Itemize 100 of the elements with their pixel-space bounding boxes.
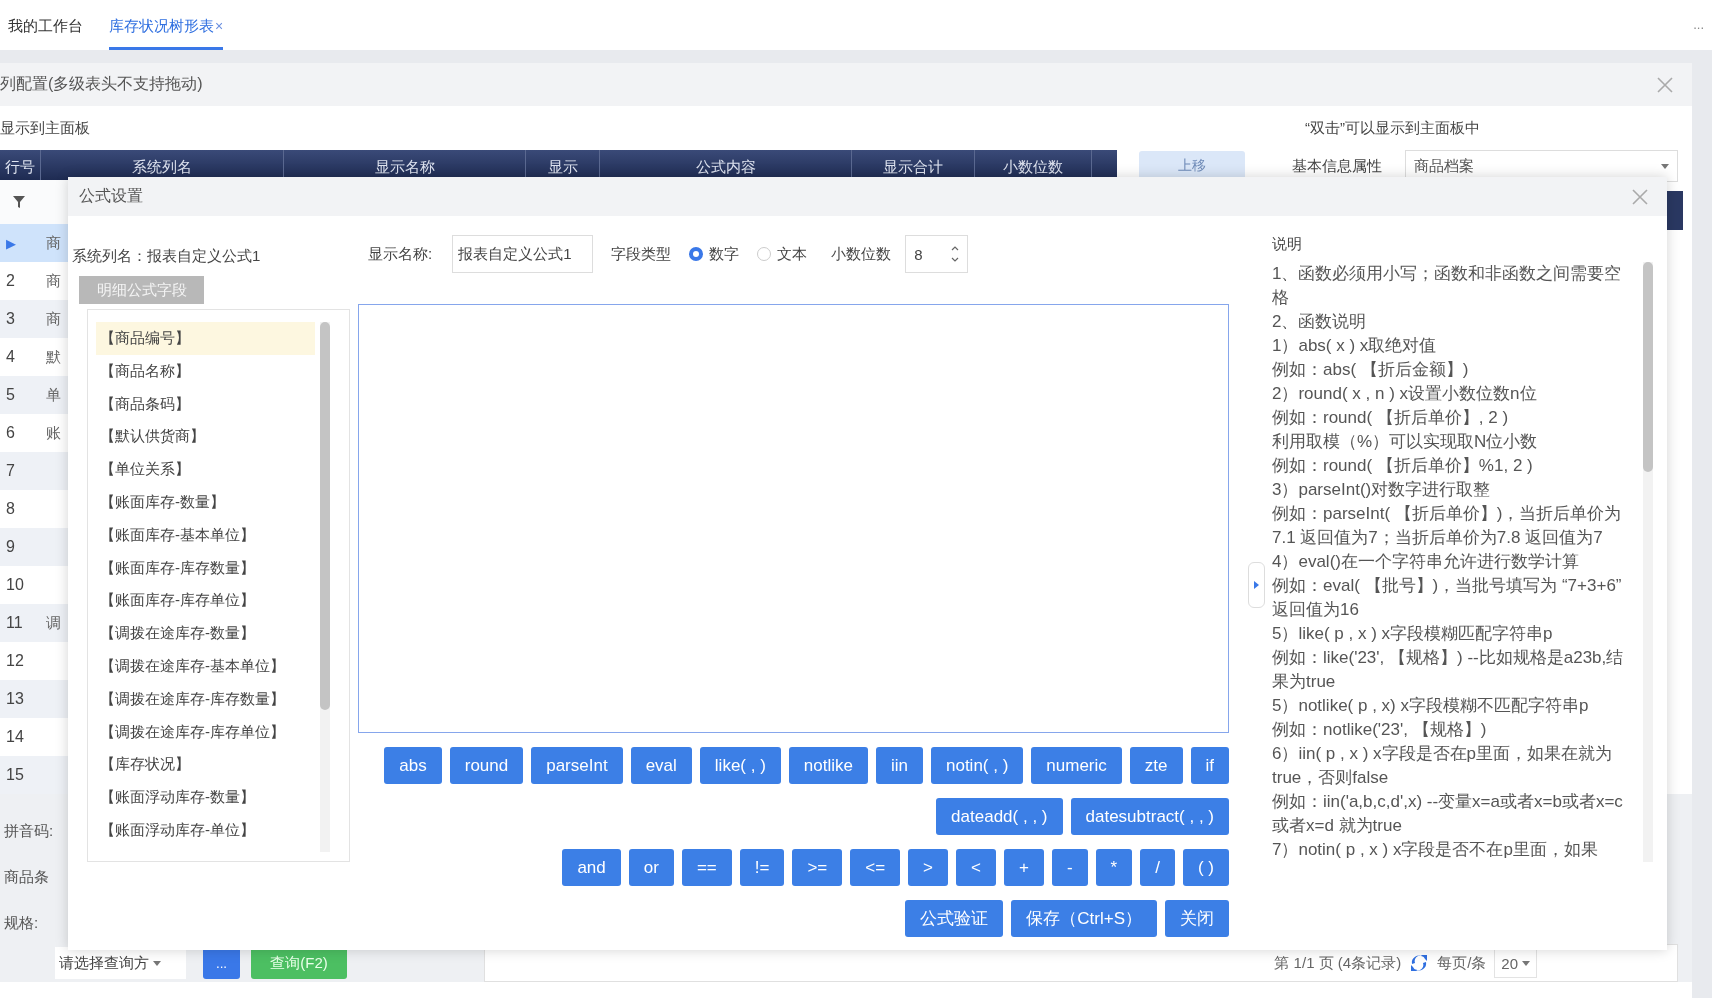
formula-button[interactable]: notin( , ): [931, 747, 1024, 784]
formula-button[interactable]: ( ): [1182, 849, 1229, 886]
note-text: 例如：notlike('23', 【规格】): [1272, 719, 1488, 741]
filter-icon[interactable]: [12, 195, 26, 209]
formula-button[interactable]: dateadd( , , ): [936, 798, 1063, 835]
note-text: 例如：like('23', 【规格】) --比如规格是a23b,结果为true: [1272, 647, 1625, 693]
list-item[interactable]: 【商品名称】: [96, 354, 315, 388]
table-cell-text: 调: [45, 613, 61, 633]
row-number: 9: [5, 538, 16, 556]
list-item[interactable]: 【账面库存-基本单位】: [96, 518, 315, 552]
list-item[interactable]: 【账面浮动库存-数量】: [96, 781, 315, 814]
dialog-title: 公式设置: [79, 186, 143, 206]
radio-button[interactable]: [689, 247, 704, 261]
formula-button[interactable]: !=: [739, 849, 785, 886]
formula-button[interactable]: <: [956, 849, 996, 886]
field-label: 显示名称:: [368, 244, 433, 264]
note-text: 1）abs( x ) x取绝对值: [1272, 335, 1438, 357]
row-number: 12: [5, 652, 25, 670]
formula-button[interactable]: *: [1095, 849, 1133, 886]
row-number: 8: [5, 500, 16, 518]
formula-button[interactable]: abs: [384, 747, 442, 784]
radio-label: 数字: [709, 244, 740, 264]
list-item[interactable]: 【账面库存-数量】: [96, 486, 315, 519]
radio-label: 文本: [777, 244, 808, 264]
formula-button[interactable]: if: [1190, 747, 1229, 784]
formula-button[interactable]: or: [628, 849, 674, 886]
formula-button[interactable]: and: [562, 849, 621, 886]
note-text: 5）notlike( p , x) x字段模糊不匹配字符串p: [1272, 695, 1590, 717]
table-cell-text: 单: [45, 385, 61, 405]
filter-label: 商品条: [3, 867, 49, 887]
list-item[interactable]: 【默认供货商】: [96, 420, 315, 454]
table-cell-text: 商: [45, 309, 61, 329]
row-number: 15: [5, 766, 25, 784]
more-menu[interactable]: ...: [1693, 20, 1704, 30]
caret-icon: [153, 960, 161, 966]
page-info: 第 1/1 页 (4条记录): [1274, 953, 1402, 973]
note-text: 2、函数说明: [1272, 311, 1368, 333]
list-item[interactable]: 【账面库存-库存数量】: [96, 551, 315, 585]
formula-button[interactable]: like( , ): [699, 747, 781, 784]
formula-button[interactable]: >: [908, 849, 949, 886]
note-text: 例如：round( 【折后单价】%1, 2 ): [1272, 455, 1534, 477]
list-item[interactable]: 【单位关系】: [96, 453, 315, 486]
note-text: 利用取模（%）可以实现取N位小数: [1272, 431, 1539, 453]
spinner-arrows-icon[interactable]: [951, 245, 960, 263]
formula-button[interactable]: ==: [681, 849, 732, 886]
formula-button[interactable]: <=: [850, 849, 901, 886]
refresh-icon[interactable]: [1409, 954, 1430, 972]
formula-button[interactable]: datesubtract( , , ): [1070, 798, 1229, 835]
list-item[interactable]: 【账面浮动库存-单位】: [96, 813, 315, 847]
list-item[interactable]: 【账面库存-库存单位】: [96, 584, 315, 618]
formula-field[interactable]: [358, 304, 1229, 733]
field-label: 字段类型: [611, 244, 672, 264]
formula-button[interactable]: iin: [875, 747, 923, 784]
display-name-field[interactable]: 报表自定义公式1: [452, 235, 594, 273]
row-number: 6: [5, 424, 16, 442]
collapse-handle[interactable]: [1248, 562, 1265, 608]
list-item[interactable]: 【调拨在途库存-数量】: [96, 617, 315, 650]
scrollbar-thumb[interactable]: [320, 322, 330, 710]
notes-title: 说明: [1272, 234, 1303, 254]
tab-close[interactable]: ×: [215, 18, 224, 34]
formula-button[interactable]: zte: [1129, 747, 1183, 784]
formula-button[interactable]: 公式验证: [905, 900, 1004, 937]
system-column-text: 系统列名：报表自定义公式1: [72, 246, 262, 266]
formula-button[interactable]: notlike: [788, 747, 868, 784]
row-number: 3: [5, 310, 16, 328]
field-label: 小数位数: [831, 244, 892, 264]
formula-button[interactable]: numeric: [1031, 747, 1122, 784]
tab[interactable]: 我的工作台: [8, 0, 83, 50]
note-text: 2）round( x , n ) x设置小数位数n位: [1272, 383, 1538, 405]
list-item[interactable]: 【库存状况】: [96, 748, 315, 782]
table-cell-text: 账: [45, 423, 61, 443]
caret-icon: [1661, 163, 1669, 169]
formula-button[interactable]: +: [1004, 849, 1044, 886]
close-icon[interactable]: [1656, 75, 1674, 94]
list-item[interactable]: 【调拨在途库存-库存数量】: [96, 682, 315, 716]
row-number: 4: [5, 348, 16, 366]
close-icon[interactable]: [1631, 187, 1649, 206]
list-item[interactable]: 【商品编号】: [96, 322, 315, 355]
formula-button[interactable]: eval: [630, 747, 692, 784]
scrollbar-thumb[interactable]: [1643, 262, 1653, 472]
list-item[interactable]: 【调拨在途库存-库存单位】: [96, 715, 315, 749]
hint-text: 显示到主面板: [0, 118, 90, 138]
tab[interactable]: 库存状况树形表×: [109, 0, 224, 50]
list-item[interactable]: 【调拨在途库存-基本单位】: [96, 649, 315, 683]
row-number: 2: [5, 272, 16, 290]
decimals-field[interactable]: 8: [905, 235, 969, 273]
formula-button[interactable]: -: [1051, 849, 1088, 886]
formula-button[interactable]: >=: [792, 849, 843, 886]
formula-button[interactable]: round: [449, 747, 524, 784]
list-item[interactable]: 【商品条码】: [96, 387, 315, 421]
table-cell-text: 默: [45, 347, 61, 367]
note-text: 4）eval()在一个字符串允许进行数学计算: [1272, 551, 1580, 573]
formula-button[interactable]: 关闭: [1165, 900, 1229, 937]
note-text: 5）like( p , x ) x字段模糊匹配字符串p: [1272, 623, 1554, 645]
formula-button[interactable]: 保存（Ctrl+S）: [1011, 900, 1157, 937]
field-label: 基本信息属性: [1292, 156, 1383, 176]
formula-button[interactable]: parseInt: [531, 747, 623, 784]
caret-icon: [1254, 581, 1259, 589]
formula-button[interactable]: /: [1140, 849, 1175, 886]
note-text: 例如：iin('a,b,c,d',x) --变量x=a或者x=b或者x=c或者x=d 就为true: [1272, 791, 1624, 837]
